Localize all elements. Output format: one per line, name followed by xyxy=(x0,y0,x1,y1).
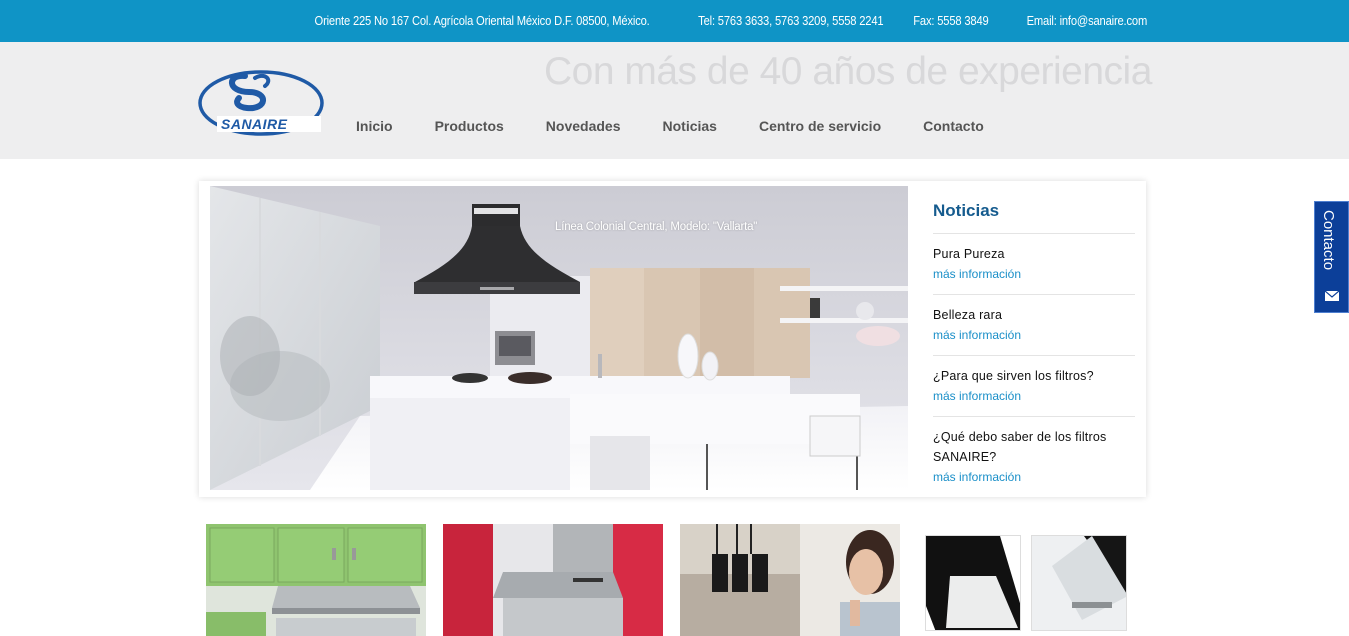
address-text: Oriente 225 No 167 Col. Agrícola Orienta… xyxy=(314,13,650,28)
news-heading: Noticias xyxy=(933,201,1135,234)
logo-wordmark: SANAIRE xyxy=(221,116,288,132)
glass-hood-image xyxy=(1032,536,1126,630)
more-info-link[interactable]: más información xyxy=(933,325,1021,345)
nav-contacto[interactable]: Contacto xyxy=(923,118,984,134)
more-info-link[interactable]: más información xyxy=(933,467,1021,487)
news-title[interactable]: ¿Para que sirven los filtros? xyxy=(933,366,1135,386)
contact-side-tab[interactable]: Contacto xyxy=(1314,201,1349,313)
slide-caption: Línea Colonial Central, Modelo: "Vallart… xyxy=(555,221,758,233)
nav-inicio[interactable]: Inicio xyxy=(356,118,393,134)
fax-text: Fax: 5558 3849 xyxy=(913,13,989,28)
product-thumbnail-woman-kitchen[interactable] xyxy=(680,524,900,636)
news-title[interactable]: ¿Qué debo saber de los filtros SANAIRE? xyxy=(933,427,1135,467)
slogan: Con más de 40 años de experiencia xyxy=(544,50,1152,93)
more-info-link[interactable]: más información xyxy=(933,386,1021,406)
news-item: ¿Para que sirven los filtros? más inform… xyxy=(933,356,1135,417)
red-kitchen-image xyxy=(443,524,663,636)
woman-kitchen-image xyxy=(680,524,900,636)
news-item: Pura Pureza más información xyxy=(933,234,1135,295)
news-panel: Noticias Pura Pureza más información Bel… xyxy=(933,201,1135,497)
phone-text: Tel: 5763 3633, 5763 3209, 5558 2241 xyxy=(698,13,884,28)
site-header: Con más de 40 años de experiencia SANAIR… xyxy=(0,42,1349,159)
email-link[interactable]: Email: info@sanaire.com xyxy=(1027,13,1148,28)
sanaire-logo[interactable]: SANAIRE xyxy=(197,66,327,138)
news-item: ¿Qué debo saber de los filtros SANAIRE? … xyxy=(933,417,1135,497)
news-title[interactable]: Pura Pureza xyxy=(933,244,1135,264)
green-kitchen-image xyxy=(206,524,426,636)
main-nav: Inicio Productos Novedades Noticias Cent… xyxy=(356,118,1026,134)
contact-info: Oriente 225 No 167 Col. Agrícola Orienta… xyxy=(260,13,1147,28)
product-thumbnail-green-kitchen[interactable] xyxy=(206,524,426,636)
more-info-link[interactable]: más información xyxy=(933,264,1021,284)
nav-productos[interactable]: Productos xyxy=(435,118,504,134)
news-title[interactable]: Belleza rara xyxy=(933,305,1135,325)
product-thumbnail-black-hood[interactable] xyxy=(925,535,1021,631)
nav-noticias[interactable]: Noticias xyxy=(663,118,717,134)
envelope-icon xyxy=(1325,291,1339,301)
hero-card: Línea Colonial Central, Modelo: "Vallart… xyxy=(199,181,1146,497)
top-info-bar: Oriente 225 No 167 Col. Agrícola Orienta… xyxy=(0,0,1349,42)
nav-centro-de-servicio[interactable]: Centro de servicio xyxy=(759,118,881,134)
contact-tab-label: Contacto xyxy=(1320,210,1337,271)
product-thumbnail-glass-hood[interactable] xyxy=(1031,535,1127,631)
product-thumbnail-red-kitchen[interactable] xyxy=(443,524,663,636)
black-hood-image xyxy=(926,536,1020,630)
news-item: Belleza rara más información xyxy=(933,295,1135,356)
nav-novedades[interactable]: Novedades xyxy=(546,118,621,134)
hero-slide-image[interactable]: Línea Colonial Central, Modelo: "Vallart… xyxy=(210,186,908,490)
